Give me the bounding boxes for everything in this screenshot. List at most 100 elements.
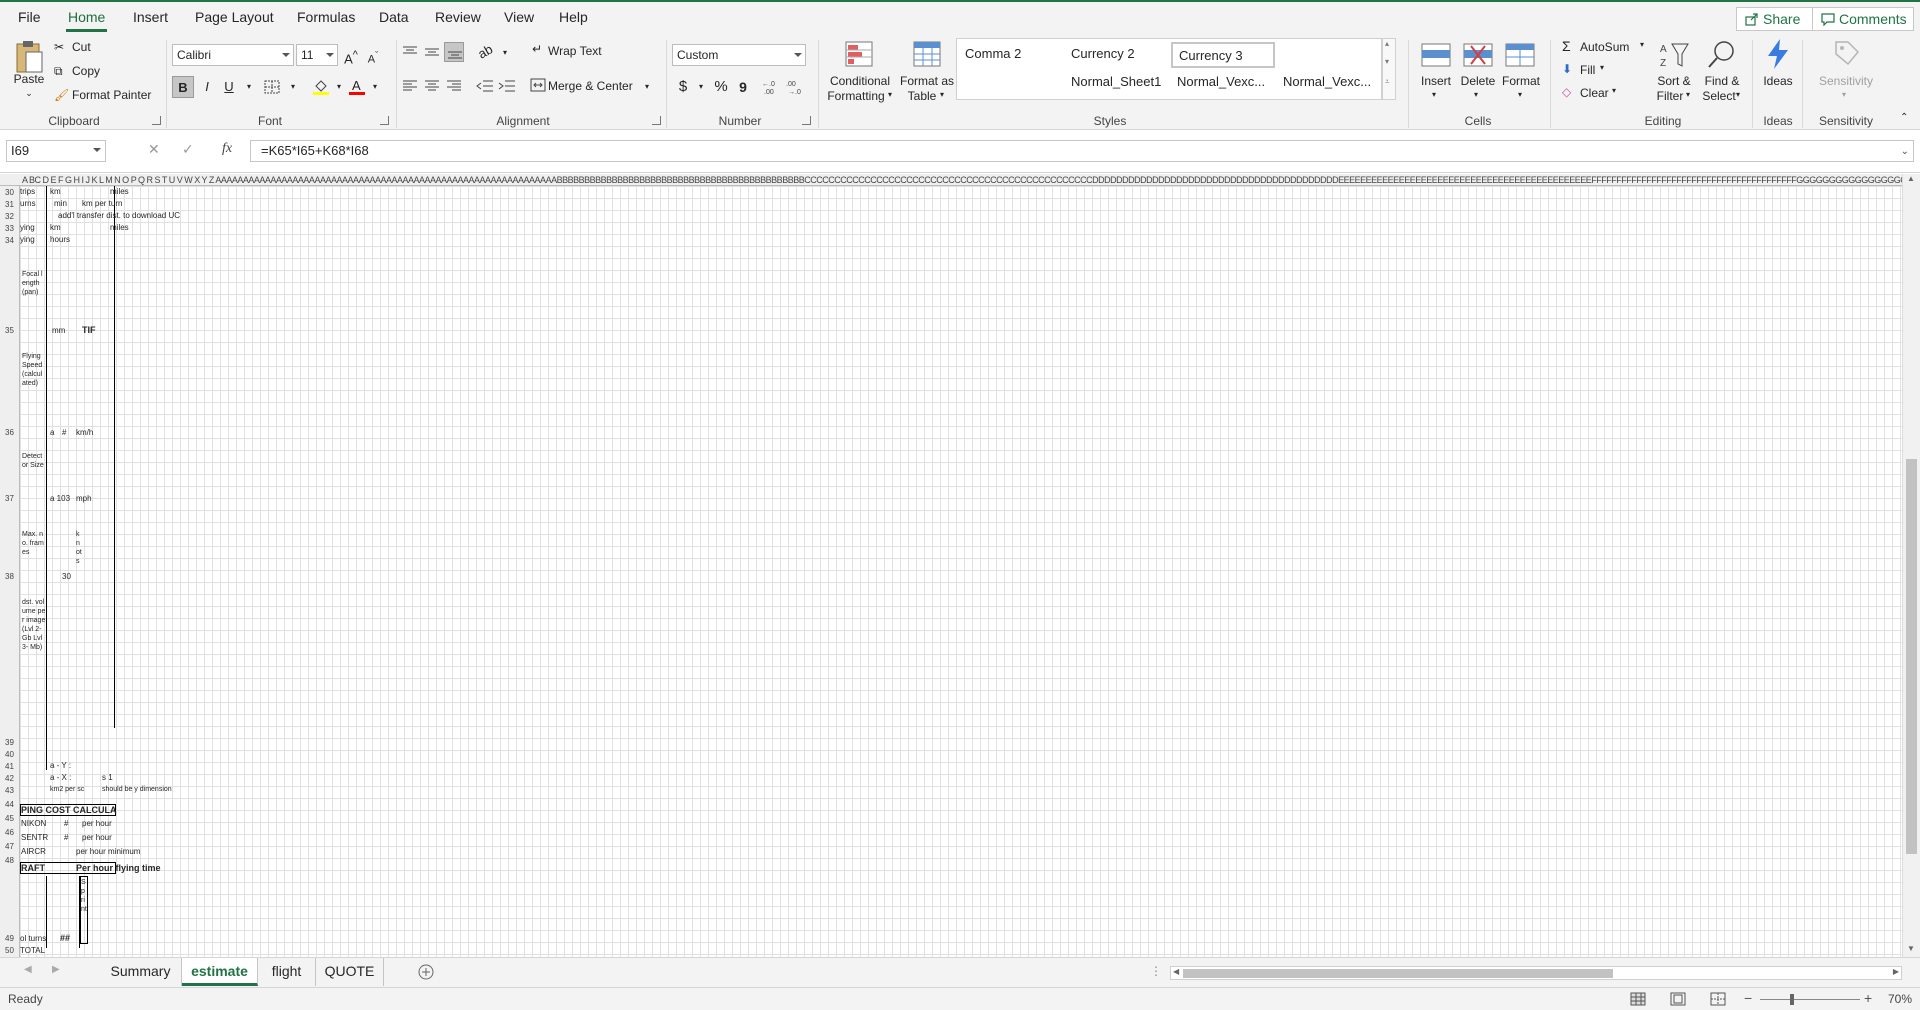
cell-text[interactable]: ying xyxy=(20,235,35,245)
row-header[interactable]: 37 xyxy=(0,494,19,503)
collapse-ribbon-chevron-up-icon[interactable]: ⌃ xyxy=(1900,112,1908,123)
clipboard-launcher-icon[interactable] xyxy=(152,116,161,125)
paste-button[interactable]: Paste xyxy=(12,72,46,87)
cell-text[interactable]: a - Y : xyxy=(50,761,71,771)
row-header[interactable]: 42 xyxy=(0,774,19,783)
style-normal-vexc-1[interactable]: Normal_Vexc... xyxy=(1171,70,1275,96)
sheet-tab-flight[interactable]: flight xyxy=(258,958,316,986)
cell-text[interactable]: min xyxy=(54,199,67,209)
cell-text[interactable]: urns xyxy=(20,199,36,209)
cell-text[interactable]: PING COST CALCULA xyxy=(21,805,117,815)
font-size-select[interactable]: 11 xyxy=(296,44,338,66)
decrease-decimal-icon[interactable]: .00→.0 xyxy=(786,78,806,96)
clear-button[interactable]: Clear xyxy=(1580,86,1609,100)
menu-data[interactable]: Data xyxy=(377,2,411,34)
sort-filter-button[interactable]: Sort & xyxy=(1650,74,1698,89)
number-format-select[interactable]: Custom xyxy=(672,44,806,66)
formula-input[interactable]: =K65*I65+K68*I68 ⌄ xyxy=(250,140,1914,162)
comma-style-button[interactable]: 9 xyxy=(732,76,754,98)
style-currency-2[interactable]: Currency 2 xyxy=(1065,42,1169,68)
cell-text[interactable]: SENTR xyxy=(21,833,48,843)
cell-text[interactable]: Detector Size xyxy=(22,452,46,470)
underline-button[interactable]: U xyxy=(218,76,240,98)
cell-text[interactable]: knots xyxy=(76,530,82,566)
sheet-tab-quote[interactable]: QUOTE xyxy=(316,958,384,986)
borders-icon[interactable] xyxy=(264,80,280,94)
cell-text[interactable]: km2 per sc xyxy=(50,785,84,795)
zoom-slider-thumb[interactable] xyxy=(1790,994,1794,1005)
vertical-scroll-thumb[interactable] xyxy=(1906,459,1917,854)
row-header[interactable]: 34 xyxy=(0,236,19,245)
cell-text[interactable]: Sprint xyxy=(81,878,87,914)
cell-text[interactable]: a xyxy=(50,428,54,438)
menu-home[interactable]: Home xyxy=(66,2,108,34)
cell-text[interactable]: per hour minimum xyxy=(76,847,140,857)
style-comma-2[interactable]: Comma 2 xyxy=(959,42,1063,68)
cell-text[interactable]: Focal length (pan) xyxy=(22,270,46,297)
cell-text[interactable]: RAFT xyxy=(21,863,45,873)
cell-text[interactable]: hours xyxy=(50,235,70,245)
normal-view-icon[interactable] xyxy=(1630,992,1646,1006)
row-header[interactable]: 43 xyxy=(0,786,19,795)
cell-text[interactable]: AIRCR xyxy=(21,847,46,857)
sheet-tab-estimate[interactable]: estimate xyxy=(182,958,258,986)
cut-button[interactable]: Cut xyxy=(72,40,91,54)
zoom-out-icon[interactable]: − xyxy=(1744,990,1752,1006)
cell-text[interactable]: s 1 xyxy=(102,773,113,783)
align-middle-icon[interactable] xyxy=(424,46,440,58)
cell-text[interactable]: km per turn xyxy=(82,199,122,209)
name-box[interactable]: I69 xyxy=(6,140,106,162)
cell-text[interactable]: miles xyxy=(110,187,129,197)
row-header[interactable]: 32 xyxy=(0,212,19,221)
autosum-button[interactable]: AutoSum xyxy=(1580,40,1629,54)
cell-text[interactable]: trips xyxy=(20,187,35,197)
cell-text[interactable]: mm xyxy=(52,326,65,336)
zoom-level[interactable]: 70% xyxy=(1888,992,1912,1006)
style-normal-vexc-2[interactable]: Normal_Vexc... xyxy=(1277,70,1381,96)
align-center-icon[interactable] xyxy=(424,80,440,92)
font-launcher-icon[interactable] xyxy=(380,116,389,125)
cell-text[interactable]: a 103 xyxy=(50,494,70,504)
cell-text[interactable]: mph xyxy=(76,494,92,504)
cell-text[interactable]: km xyxy=(50,187,61,197)
align-left-icon[interactable] xyxy=(402,80,418,92)
scroll-up-icon[interactable]: ▲ xyxy=(1907,174,1915,183)
decrease-font-icon[interactable]: Aˇ xyxy=(362,44,384,66)
horizontal-scrollbar[interactable]: ◀ ▶ xyxy=(1170,966,1902,980)
insert-button[interactable]: Insert xyxy=(1416,74,1456,89)
number-launcher-icon[interactable] xyxy=(802,116,811,125)
cell-text[interactable]: per hour xyxy=(82,819,112,829)
next-sheet-icon[interactable]: ▶ xyxy=(52,964,60,975)
gallery-more-icon[interactable]: ⩡ xyxy=(1385,77,1390,87)
italic-button[interactable]: I xyxy=(196,76,218,98)
menu-formulas[interactable]: Formulas xyxy=(295,2,357,34)
scroll-down-icon[interactable]: ▼ xyxy=(1907,944,1915,953)
sensitivity-button[interactable]: Sensitivity xyxy=(1810,74,1882,89)
row-header[interactable]: 33 xyxy=(0,224,19,233)
paste-icon[interactable] xyxy=(14,40,44,74)
decrease-indent-icon[interactable] xyxy=(476,80,494,92)
row-header[interactable]: 44 xyxy=(0,800,19,809)
orientation-dropdown-chevron-icon[interactable]: ▾ xyxy=(494,42,516,64)
row-header[interactable]: 45 xyxy=(0,814,19,823)
cell-text[interactable]: TOTAL xyxy=(20,946,45,956)
gallery-down-icon[interactable]: ▾ xyxy=(1385,57,1389,66)
wrap-text-button[interactable]: Wrap Text xyxy=(548,44,602,58)
style-normal-sheet1[interactable]: Normal_Sheet1 xyxy=(1065,70,1169,96)
increase-font-icon[interactable]: A^ xyxy=(340,44,362,66)
cell-area[interactable]: trips km miles urns min km per turn add'… xyxy=(20,186,1902,957)
sheet-tab-summary[interactable]: Summary xyxy=(100,958,182,986)
row-header[interactable]: 39 xyxy=(0,738,19,747)
cancel-icon[interactable]: ✕ xyxy=(148,141,160,158)
menu-help[interactable]: Help xyxy=(557,2,590,34)
comments-button[interactable]: Comments xyxy=(1812,7,1914,31)
merge-center-button[interactable]: Merge & Center xyxy=(548,79,633,93)
alignment-launcher-icon[interactable] xyxy=(652,116,661,125)
row-header[interactable]: 30 xyxy=(0,188,19,197)
cell-text[interactable]: a - X : xyxy=(50,773,71,783)
menu-insert[interactable]: Insert xyxy=(131,2,170,34)
scroll-right-icon[interactable]: ▶ xyxy=(1893,967,1899,976)
increase-indent-icon[interactable] xyxy=(498,80,516,92)
prev-sheet-icon[interactable]: ◀ xyxy=(24,964,32,975)
cell-text[interactable]: Per hour flying time xyxy=(76,863,161,873)
